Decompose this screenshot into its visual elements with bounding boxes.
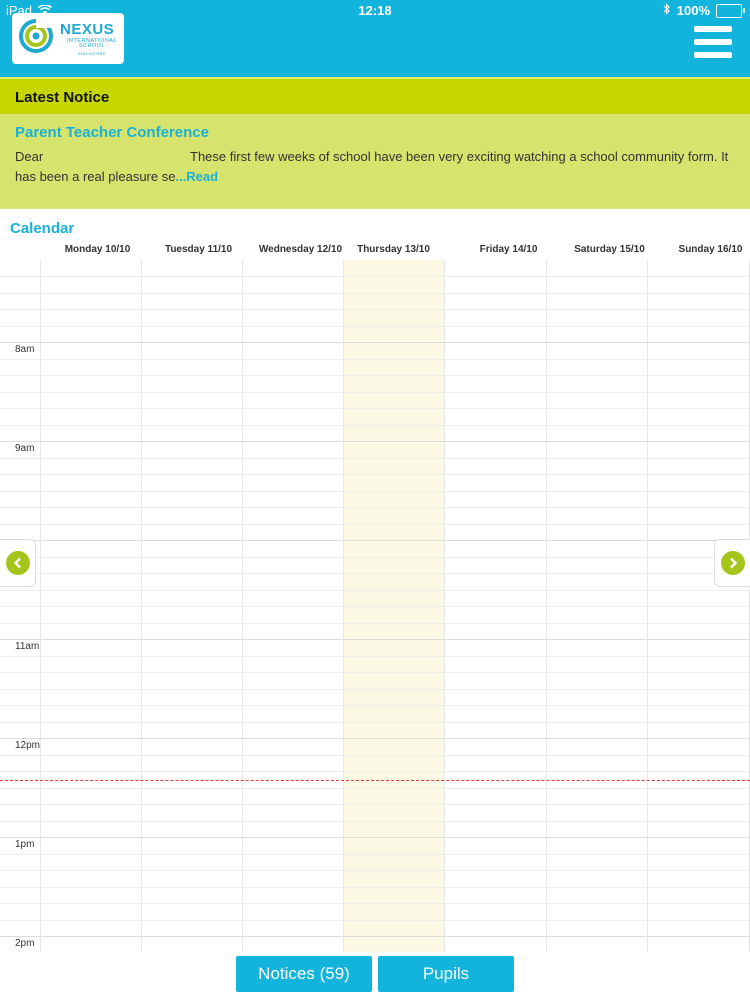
slot-line <box>0 408 750 409</box>
notices-button[interactable]: Notices (59) <box>236 956 372 992</box>
day-header-thursday[interactable]: Thursday 13/10 <box>343 244 444 255</box>
slot-line <box>0 821 750 822</box>
previous-week-button[interactable] <box>0 539 36 587</box>
day-separator <box>444 260 445 952</box>
slot-line <box>0 474 750 475</box>
slot-line <box>0 887 750 888</box>
school-logo[interactable]: NEXUS INTERNATIONAL SCHOOL SINGAPORE <box>12 13 124 64</box>
notice-title[interactable]: Parent Teacher Conference <box>15 124 735 141</box>
next-week-button[interactable] <box>714 539 750 587</box>
hour-line <box>0 342 750 343</box>
chevron-left-icon <box>5 551 30 575</box>
time-label: 9am <box>15 443 35 454</box>
slot-line <box>0 507 750 508</box>
day-header-saturday[interactable]: Saturday 15/10 <box>559 244 660 255</box>
slot-line <box>0 276 750 277</box>
pupils-button[interactable]: Pupils <box>378 956 514 992</box>
slot-line <box>0 623 750 624</box>
bluetooth-icon <box>663 3 671 18</box>
slot-line <box>0 672 750 673</box>
hamburger-menu-icon[interactable] <box>694 26 732 58</box>
slot-line <box>0 392 750 393</box>
day-header-monday[interactable]: Monday 10/10 <box>47 244 148 255</box>
hour-line <box>0 441 750 442</box>
status-right: 100% <box>663 3 745 18</box>
notice-salutation: Dear <box>15 149 44 164</box>
slot-line <box>0 870 750 871</box>
hour-line <box>0 936 750 937</box>
slot-line <box>0 557 750 558</box>
slot-line <box>0 804 750 805</box>
day-header-wednesday[interactable]: Wednesday 12/10 <box>250 244 351 255</box>
slot-line <box>0 375 750 376</box>
hour-line <box>0 540 750 541</box>
slot-line <box>0 425 750 426</box>
slot-line <box>0 326 750 327</box>
read-more-link[interactable]: ...Read <box>175 169 218 184</box>
week-calendar[interactable]: Monday 10/10 Tuesday 11/10 Wednesday 12/… <box>0 240 750 952</box>
slot-line <box>0 573 750 574</box>
day-header-tuesday[interactable]: Tuesday 11/10 <box>148 244 249 255</box>
time-label: 8am <box>15 344 35 355</box>
slot-line <box>0 903 750 904</box>
logo-swirl-icon <box>18 18 54 59</box>
time-label: 1pm <box>15 839 35 850</box>
slot-line <box>0 606 750 607</box>
day-header-sunday[interactable]: Sunday 16/10 <box>660 244 750 255</box>
day-separator <box>343 260 344 952</box>
slot-line <box>0 705 750 706</box>
logo-country: SINGAPORE <box>77 50 107 56</box>
day-separator <box>647 260 648 952</box>
slot-line <box>0 788 750 789</box>
slot-line <box>0 689 750 690</box>
hour-line <box>0 639 750 640</box>
notice-card[interactable]: Parent Teacher Conference Dear These firs… <box>0 114 750 209</box>
slot-line <box>0 771 750 772</box>
slot-line <box>0 755 750 756</box>
slot-line <box>0 590 750 591</box>
time-label: 12pm <box>15 740 41 751</box>
logo-text: NEXUS INTERNATIONAL SCHOOL SINGAPORE <box>60 22 124 56</box>
logo-subtitle: INTERNATIONAL SCHOOL <box>66 37 118 49</box>
calendar-grid[interactable]: 8am 9am 11am 12pm 1pm 2pm <box>0 260 750 952</box>
slot-line <box>0 854 750 855</box>
slot-line <box>0 359 750 360</box>
day-separator <box>546 260 547 952</box>
time-label: 2pm <box>15 938 35 949</box>
chevron-right-icon <box>720 551 745 575</box>
day-separator <box>141 260 142 952</box>
hour-line <box>0 738 750 739</box>
slot-line <box>0 491 750 492</box>
slot-line <box>0 722 750 723</box>
notice-text: Dear These first few weeks of school have… <box>15 147 735 187</box>
day-header-friday[interactable]: Friday 14/10 <box>458 244 559 255</box>
calendar-title: Calendar <box>10 220 75 237</box>
latest-notice-heading: Latest Notice <box>0 77 750 114</box>
day-separator <box>40 260 41 952</box>
battery-percent: 100% <box>676 3 710 18</box>
slot-line <box>0 524 750 525</box>
battery-icon <box>716 3 745 18</box>
app-header: iPad 12:18 100% NEXUS INTERNATIONAL SCHO… <box>0 0 750 77</box>
slot-line <box>0 920 750 921</box>
logo-name: NEXUS <box>60 20 115 38</box>
time-label: 11am <box>15 641 40 652</box>
slot-line <box>0 458 750 459</box>
current-time-indicator <box>0 780 750 781</box>
hour-line <box>0 837 750 838</box>
slot-line <box>0 309 750 310</box>
day-separator <box>242 260 243 952</box>
slot-line <box>0 656 750 657</box>
slot-line <box>0 293 750 294</box>
